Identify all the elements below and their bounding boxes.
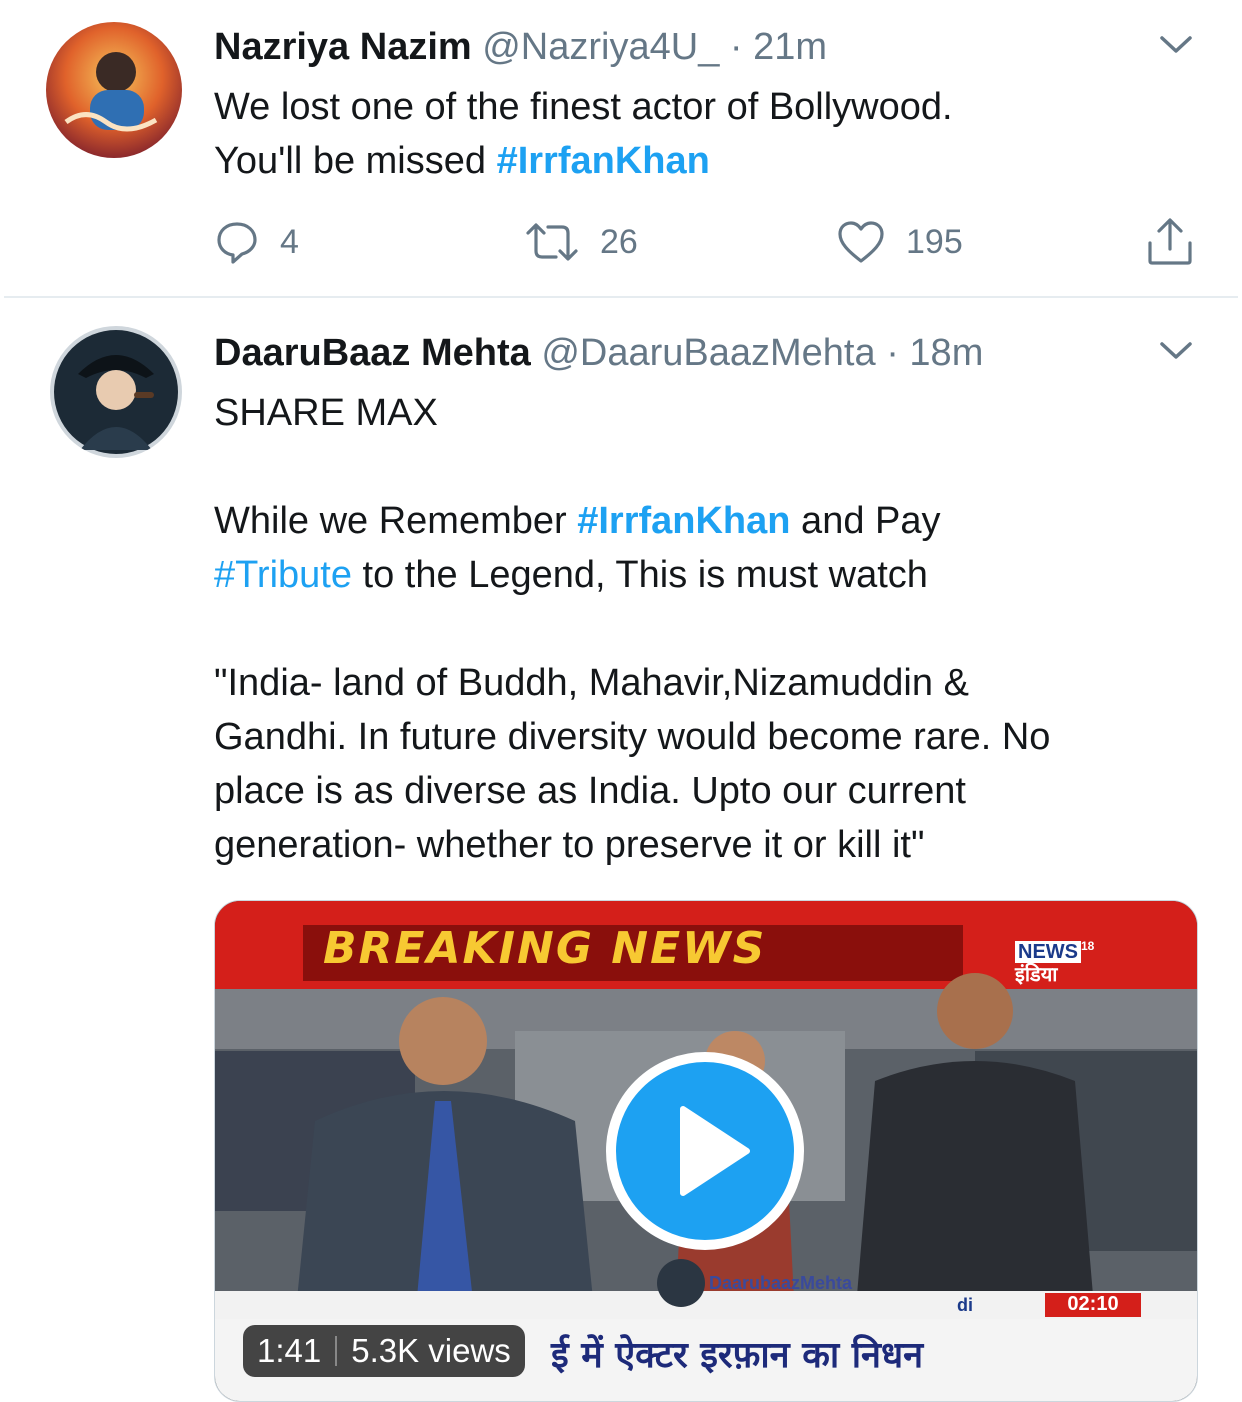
- hashtag-link[interactable]: #IrrfanKhan: [577, 500, 790, 542]
- ticker-headline: ई में ऐक्टर इरफ़ान का निधन: [551, 1335, 924, 1376]
- channel-name: NEWS: [1015, 940, 1081, 963]
- ticker-label: di: [957, 1295, 973, 1315]
- text-line: While we Remember #IrrfanKhan and Pay: [214, 494, 1204, 548]
- text-line: We lost one of the finest actor of Bolly…: [214, 86, 953, 128]
- tweet-header: DaaruBaaz Mehta @DaaruBaazMehta · 18m: [214, 332, 983, 375]
- user-handle[interactable]: @DaaruBaazMehta: [541, 332, 875, 374]
- reply-button[interactable]: 4: [214, 216, 299, 268]
- hashtag-link[interactable]: #Tribute: [214, 554, 352, 596]
- retweet-button[interactable]: 26: [524, 216, 638, 268]
- watermark: DaarubaazMehta: [709, 1273, 853, 1293]
- retweet-count: 26: [600, 222, 638, 261]
- channel-number: 18: [1081, 939, 1095, 953]
- tweet-1[interactable]: Nazriya Nazim @Nazriya4U_ · 21m We lost …: [0, 0, 1242, 298]
- like-icon: [838, 221, 884, 263]
- text-fragment: While we Remember: [214, 500, 578, 542]
- video-duration: 1:41: [257, 1332, 322, 1369]
- chevron-down-icon[interactable]: [1156, 336, 1196, 364]
- timestamp[interactable]: 21m: [753, 26, 827, 68]
- chevron-down-icon[interactable]: [1156, 30, 1196, 58]
- retweet-icon: [526, 223, 578, 261]
- text-fragment: to the Legend, This is must watch: [352, 554, 928, 596]
- tweet-text: We lost one of the finest actor of Bolly…: [214, 80, 1204, 188]
- text-line: Gandhi. In future diversity would become…: [214, 716, 1051, 758]
- tweet-actions: 4 26 195: [214, 216, 1204, 268]
- timestamp[interactable]: 18m: [909, 332, 983, 374]
- user-handle[interactable]: @Nazriya4U_: [482, 26, 719, 68]
- text-fragment: and Pay: [790, 500, 941, 542]
- share-button[interactable]: [1146, 216, 1194, 268]
- channel-hindi: इंडिया: [1015, 961, 1058, 986]
- video-stats: 1:41 5.3K views: [243, 1325, 525, 1377]
- video-views: 5.3K views: [351, 1332, 511, 1369]
- stats-separator: [335, 1336, 338, 1366]
- text-line: #Tribute to the Legend, This is must wat…: [214, 548, 1204, 602]
- share-icon: [1148, 218, 1192, 265]
- text-line: You'll be missed #IrrfanKhan: [214, 134, 1204, 188]
- hashtag-link[interactable]: #IrrfanKhan: [497, 140, 710, 182]
- dot-separator: ·: [729, 26, 743, 68]
- channel-logo: NEWS 18 इंडिया: [1015, 935, 1094, 985]
- tweet-text: SHARE MAX While we Remember #IrrfanKhan …: [214, 386, 1204, 872]
- display-name[interactable]: Nazriya Nazim: [214, 26, 472, 68]
- reply-icon: [217, 222, 257, 264]
- text-line: generation- whether to preserve it or ki…: [214, 824, 925, 866]
- text-line: "India- land of Buddh, Mahavir,Nizamuddi…: [214, 662, 969, 704]
- avatar[interactable]: [50, 326, 182, 458]
- tweet-header: Nazriya Nazim @Nazriya4U_ · 21m: [214, 26, 827, 69]
- play-icon[interactable]: [605, 1051, 805, 1251]
- like-count: 195: [906, 222, 963, 261]
- banner-text: BREAKING NEWS: [323, 923, 767, 974]
- text-line: place is as diverse as India. Upto our c…: [214, 770, 966, 812]
- video-player[interactable]: BREAKING NEWS NEWS 18 इंडिया DaarubaazMeh…: [214, 900, 1198, 1402]
- dot-separator: ·: [886, 332, 899, 374]
- avatar[interactable]: [46, 22, 182, 158]
- like-button[interactable]: 195: [836, 216, 963, 268]
- text-fragment: You'll be missed: [214, 140, 497, 182]
- ticker-clock: 02:10: [1067, 1293, 1119, 1315]
- tweet-divider: [4, 296, 1238, 298]
- display-name[interactable]: DaaruBaaz Mehta: [214, 332, 531, 374]
- text-line: SHARE MAX: [214, 392, 438, 434]
- reply-count: 4: [280, 222, 299, 261]
